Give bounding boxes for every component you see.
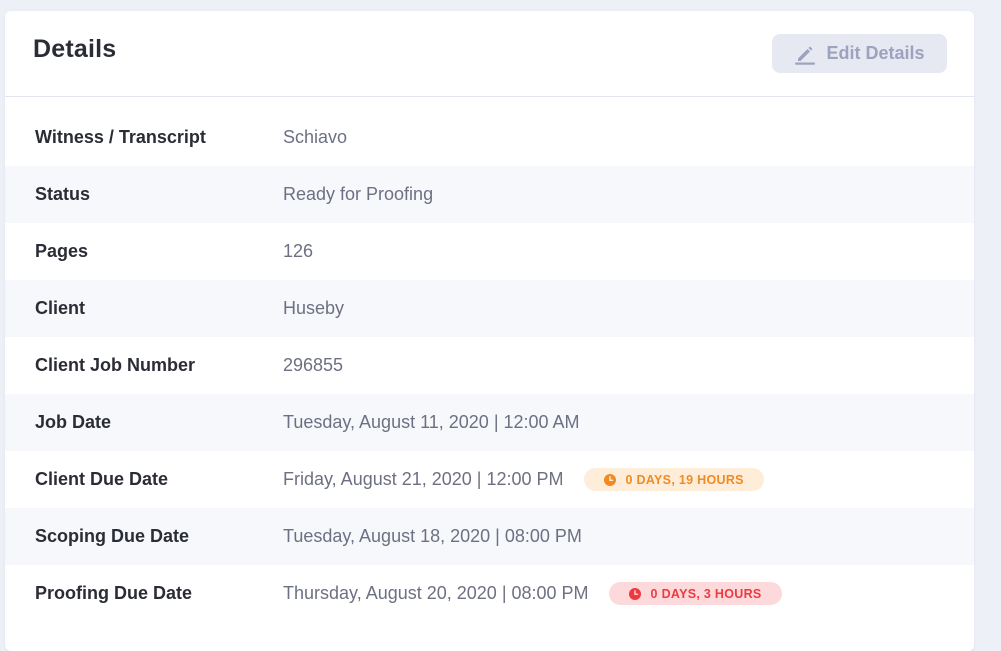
- detail-row-pages: Pages 126: [5, 223, 974, 280]
- clock-icon: [628, 587, 641, 600]
- detail-label: Client Due Date: [35, 469, 169, 489]
- detail-row-job-date: Job Date Tuesday, August 11, 2020 | 12:0…: [5, 394, 974, 451]
- detail-value: Tuesday, August 18, 2020 | 08:00 PM: [283, 526, 582, 546]
- detail-value-text: Friday, August 21, 2020 | 12:00 PM: [283, 469, 564, 489]
- detail-label: Scoping Due Date: [35, 526, 190, 546]
- detail-label: Proofing Due Date: [35, 583, 193, 603]
- detail-value: Friday, August 21, 2020 | 12:00 PM 0 DAY…: [283, 468, 764, 491]
- badge-label: 0 DAYS, 3 HOURS: [650, 586, 762, 601]
- detail-value: 126: [283, 241, 314, 261]
- page-title: Details: [33, 35, 117, 63]
- detail-value: Thursday, August 20, 2020 | 08:00 PM 0 D…: [283, 582, 782, 605]
- detail-value: Schiavo: [283, 127, 348, 147]
- detail-value: Tuesday, August 11, 2020 | 12:00 AM: [283, 412, 580, 432]
- detail-label: Client: [35, 298, 86, 318]
- edit-details-button[interactable]: Edit Details: [772, 34, 947, 73]
- detail-value: Ready for Proofing: [283, 184, 434, 204]
- detail-row-proofing-due-date: Proofing Due Date Thursday, August 20, 2…: [5, 565, 974, 622]
- detail-label: Witness / Transcript: [35, 127, 206, 147]
- time-remaining-badge: 0 DAYS, 3 HOURS: [608, 582, 782, 605]
- detail-label: Job Date: [35, 412, 112, 432]
- detail-value: Huseby: [283, 298, 345, 318]
- detail-row-client-due-date: Client Due Date Friday, August 21, 2020 …: [5, 451, 974, 508]
- time-remaining-badge: 0 DAYS, 19 HOURS: [583, 468, 764, 491]
- detail-row-scoping-due-date: Scoping Due Date Tuesday, August 18, 202…: [5, 508, 974, 565]
- detail-row-status: Status Ready for Proofing: [5, 166, 974, 223]
- edit-details-label: Edit Details: [826, 43, 925, 63]
- detail-row-client: Client Huseby: [5, 280, 974, 337]
- detail-row-client-job-number: Client Job Number 296855: [5, 337, 974, 394]
- badge-label: 0 DAYS, 19 HOURS: [625, 472, 744, 487]
- details-card: Details Edit Details Witness / Transcrip…: [5, 11, 974, 651]
- details-list: Witness / Transcript Schiavo Status Read…: [5, 109, 974, 622]
- pencil-icon: [794, 43, 816, 65]
- detail-label: Pages: [35, 241, 89, 261]
- detail-label: Status: [35, 184, 91, 204]
- card-header: Details Edit Details: [5, 11, 974, 97]
- detail-value-text: Thursday, August 20, 2020 | 08:00 PM: [283, 583, 589, 603]
- detail-label: Client Job Number: [35, 355, 196, 375]
- clock-icon: [603, 473, 616, 486]
- detail-value: 296855: [283, 355, 344, 375]
- detail-row-witness: Witness / Transcript Schiavo: [5, 109, 974, 166]
